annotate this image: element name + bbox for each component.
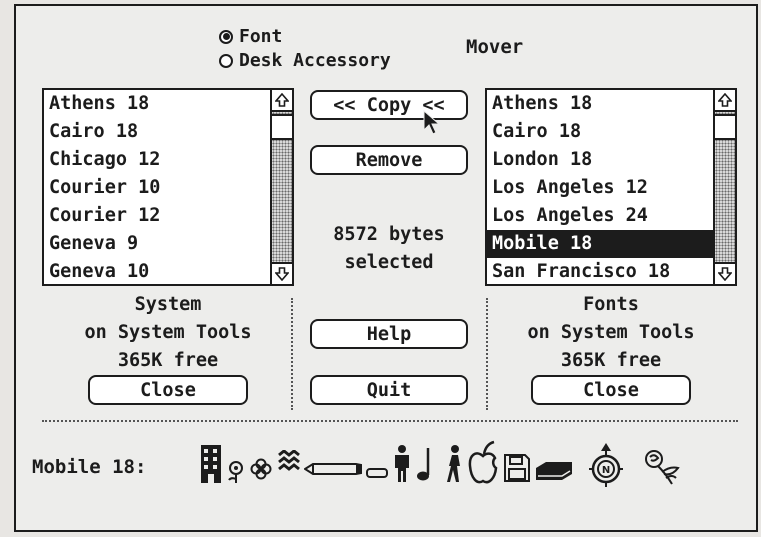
- walking-figure-icon: [447, 445, 460, 482]
- scroll-thumb[interactable]: [272, 114, 292, 140]
- radio-dot-icon: [222, 33, 230, 40]
- quit-button[interactable]: Quit: [310, 375, 468, 405]
- right-scrollbar[interactable]: [713, 90, 735, 284]
- scroll-up-arrow-icon[interactable]: [272, 90, 292, 112]
- scroll-up-arrow-icon[interactable]: [715, 90, 735, 112]
- right-list-item[interactable]: Los Angeles 12: [487, 174, 713, 202]
- left-file-name: System: [134, 294, 202, 315]
- wave-icon: [278, 450, 300, 471]
- bytes-count: 8572 bytes: [333, 224, 445, 245]
- radio-desk-accessory-label: Desk Accessory: [239, 50, 391, 71]
- apple-icon: [468, 440, 498, 484]
- radio-font-label: Font: [239, 26, 283, 47]
- flower-icon: [228, 461, 243, 483]
- right-list-item[interactable]: Los Angeles 24: [487, 202, 713, 230]
- right-close-button[interactable]: Close: [531, 375, 691, 405]
- sample-divider: [42, 420, 738, 422]
- left-scrollbar[interactable]: [270, 90, 292, 284]
- sample-glyph-strip: N: [182, 438, 702, 494]
- book-icon: [536, 462, 572, 480]
- left-list-item[interactable]: Cairo 18: [44, 118, 270, 146]
- right-list-item[interactable]: Mobile 18: [487, 230, 713, 258]
- left-list-item[interactable]: Athens 18: [44, 90, 270, 118]
- left-close-button[interactable]: Close: [88, 375, 248, 405]
- building-icon: [201, 445, 221, 483]
- left-font-list[interactable]: Athens 18 Cairo 18 Chicago 12 Courier 10 Cou…: [42, 88, 294, 286]
- copy-button[interactable]: << Copy <<: [310, 90, 468, 120]
- left-file-info: System on System Tools 365K free: [42, 291, 294, 375]
- right-file-free: 365K free: [560, 350, 662, 371]
- left-file-free: 365K free: [117, 350, 219, 371]
- radio-button[interactable]: [219, 29, 233, 44]
- scroll-down-arrow-icon[interactable]: [272, 262, 292, 284]
- mouse-pointer-icon: [423, 110, 441, 135]
- eraser-icon: [366, 468, 388, 478]
- right-file-location: on System Tools: [527, 322, 695, 343]
- bytes-selected-info: 8572 bytes selected: [310, 221, 468, 277]
- right-file-info: Fonts on System Tools 365K free: [485, 291, 737, 375]
- scroll-down-arrow-icon[interactable]: [715, 262, 735, 284]
- help-button[interactable]: Help: [310, 319, 468, 349]
- remove-button[interactable]: Remove: [310, 145, 468, 175]
- right-list-item[interactable]: Cairo 18: [487, 118, 713, 146]
- clover-icon: [250, 458, 272, 480]
- svg-text:N: N: [602, 465, 610, 476]
- radio-desk-accessory[interactable]: Desk Accessory: [219, 50, 391, 71]
- right-list-item[interactable]: San Francisco 18: [487, 258, 713, 286]
- floppy-disk-icon: [504, 454, 530, 482]
- dialog-title: Mover: [466, 36, 524, 58]
- left-list-item[interactable]: Chicago 12: [44, 146, 270, 174]
- scroll-thumb[interactable]: [715, 114, 735, 140]
- right-font-list[interactable]: Athens 18 Cairo 18 London 18 Los Angeles 12…: [485, 88, 737, 286]
- left-list-item[interactable]: Courier 10: [44, 174, 270, 202]
- pencil-icon: [304, 463, 362, 475]
- bytes-selected-label: selected: [344, 252, 434, 273]
- radio-button[interactable]: [219, 53, 233, 68]
- radio-font[interactable]: Font: [219, 26, 282, 47]
- sample-font-label: Mobile 18:: [32, 456, 147, 478]
- left-list-item[interactable]: Geneva 9: [44, 230, 270, 258]
- person-icon: [395, 445, 409, 482]
- right-list-item[interactable]: Athens 18: [487, 90, 713, 118]
- left-list-item[interactable]: Courier 12: [44, 202, 270, 230]
- right-list-items: Athens 18 Cairo 18 London 18 Los Angeles 12…: [487, 90, 713, 284]
- right-list-item[interactable]: London 18: [487, 146, 713, 174]
- compass-icon: N: [589, 443, 623, 487]
- left-file-location: on System Tools: [84, 322, 252, 343]
- music-note-icon: [417, 448, 430, 481]
- right-file-name: Fonts: [583, 294, 639, 315]
- rose-icon: [645, 450, 680, 485]
- left-list-items: Athens 18 Cairo 18 Chicago 12 Courier 10 Cou…: [44, 90, 270, 284]
- left-list-item[interactable]: Geneva 10: [44, 258, 270, 286]
